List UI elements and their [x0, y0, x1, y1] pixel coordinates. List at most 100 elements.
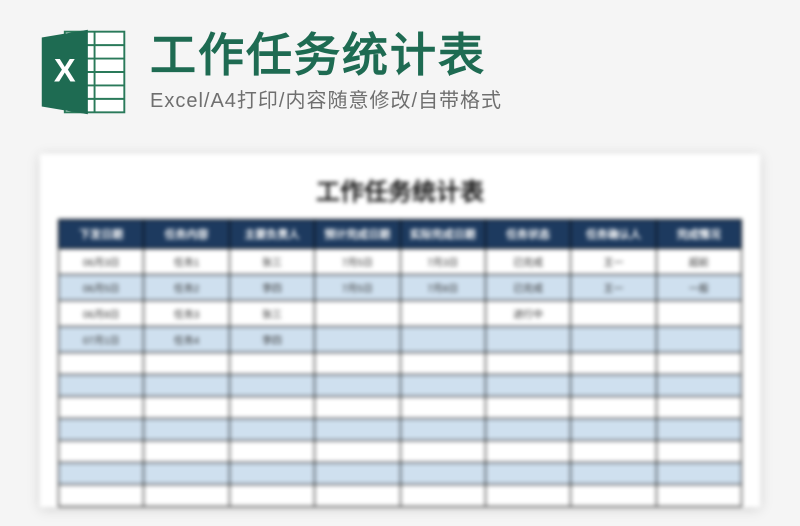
- table-cell: 07月1日: [59, 327, 144, 353]
- table-cell: [656, 327, 741, 353]
- table-cell: [656, 375, 741, 397]
- table-cell: [144, 441, 229, 463]
- table-cell: [229, 463, 314, 485]
- table-cell: [315, 353, 400, 375]
- table-cell: [400, 485, 485, 507]
- title-block: 工作任务统计表 Excel/A4打印/内容随意修改/自带格式: [150, 31, 502, 112]
- table-cell: [400, 353, 485, 375]
- table-row: [59, 353, 742, 375]
- table-cell: [485, 419, 570, 441]
- header-band: X 工作任务统计表 Excel/A4打印/内容随意修改/自带格式: [0, 24, 800, 120]
- table-cell: [400, 375, 485, 397]
- table-cell: 张三: [229, 301, 314, 327]
- table-cell: [315, 375, 400, 397]
- table-cell: 7月8日: [400, 275, 485, 301]
- table-cell: [315, 441, 400, 463]
- table-row: 06月8日任务3张三进行中: [59, 301, 742, 327]
- table-row: [59, 485, 742, 507]
- table-cell: [59, 353, 144, 375]
- table-cell: [315, 397, 400, 419]
- table-cell: [571, 375, 656, 397]
- table-cell: [400, 327, 485, 353]
- table-cell: [571, 441, 656, 463]
- table-row: [59, 375, 742, 397]
- table-header-row: 下发日期 任务内容 主要负责人 预计完成日期 实际完成日期 任务状态 任务确认人…: [59, 220, 742, 249]
- col-header: 任务内容: [144, 220, 229, 249]
- table-cell: 李四: [229, 275, 314, 301]
- table-cell: [315, 327, 400, 353]
- table-cell: [571, 397, 656, 419]
- table-cell: [229, 485, 314, 507]
- table-cell: [485, 375, 570, 397]
- col-header: 主要负责人: [229, 220, 314, 249]
- table-cell: [315, 485, 400, 507]
- table-row: [59, 397, 742, 419]
- table-cell: [571, 463, 656, 485]
- table-cell: 7月3日: [400, 249, 485, 275]
- col-header: 下发日期: [59, 220, 144, 249]
- table-cell: [571, 301, 656, 327]
- table-cell: [59, 463, 144, 485]
- table-cell: [400, 419, 485, 441]
- table-cell: [656, 485, 741, 507]
- table-cell: 已完成: [485, 275, 570, 301]
- table-cell: [656, 463, 741, 485]
- table-cell: [400, 301, 485, 327]
- table-cell: 7月5日: [315, 275, 400, 301]
- excel-icon-letter: X: [54, 52, 76, 89]
- table-cell: [59, 397, 144, 419]
- table-cell: [59, 419, 144, 441]
- table-cell: [656, 301, 741, 327]
- col-header: 任务状态: [485, 220, 570, 249]
- table-cell: 王一: [571, 275, 656, 301]
- table-row: 06月5日任务2李四7月5日7月8日已完成王一一般: [59, 275, 742, 301]
- table-cell: [315, 419, 400, 441]
- table-cell: [485, 397, 570, 419]
- table-cell: [485, 441, 570, 463]
- table-cell: 任务1: [144, 249, 229, 275]
- table-cell: [144, 397, 229, 419]
- table-cell: [400, 463, 485, 485]
- table-cell: [315, 301, 400, 327]
- table-cell: 任务3: [144, 301, 229, 327]
- table-cell: [59, 485, 144, 507]
- table-cell: 超前: [656, 249, 741, 275]
- table-cell: 06月8日: [59, 301, 144, 327]
- table-cell: [571, 353, 656, 375]
- table-cell: [656, 419, 741, 441]
- template-preview: 工作任务统计表 下发日期 任务内容 主要负责人 预计完成日期 实际完成日期 任务…: [40, 154, 760, 507]
- table-cell: 任务2: [144, 275, 229, 301]
- table-row: 06月3日任务1张三7月5日7月3日已完成王一超前: [59, 249, 742, 275]
- table-cell: 任务4: [144, 327, 229, 353]
- table-cell: [59, 441, 144, 463]
- table-cell: [229, 397, 314, 419]
- table-cell: [144, 375, 229, 397]
- table-cell: [144, 419, 229, 441]
- excel-icon: X: [36, 24, 132, 120]
- table-cell: [571, 419, 656, 441]
- task-table: 下发日期 任务内容 主要负责人 预计完成日期 实际完成日期 任务状态 任务确认人…: [58, 219, 742, 507]
- table-cell: 王一: [571, 249, 656, 275]
- sheet-title: 工作任务统计表: [58, 172, 742, 207]
- table-cell: [59, 375, 144, 397]
- table-cell: [229, 353, 314, 375]
- table-cell: [656, 353, 741, 375]
- page-subtitle: Excel/A4打印/内容随意修改/自带格式: [150, 84, 502, 113]
- table-cell: 张三: [229, 249, 314, 275]
- table-cell: [229, 375, 314, 397]
- table-cell: [229, 441, 314, 463]
- col-header: 任务确认人: [571, 220, 656, 249]
- table-cell: [485, 327, 570, 353]
- table-cell: [485, 353, 570, 375]
- table-cell: 已完成: [485, 249, 570, 275]
- table-cell: 06月5日: [59, 275, 144, 301]
- table-row: [59, 419, 742, 441]
- table-cell: [485, 485, 570, 507]
- table-row: [59, 441, 742, 463]
- table-cell: [485, 463, 570, 485]
- table-cell: 06月3日: [59, 249, 144, 275]
- table-cell: [144, 353, 229, 375]
- table-cell: [571, 327, 656, 353]
- table-cell: [229, 419, 314, 441]
- table-row: [59, 463, 742, 485]
